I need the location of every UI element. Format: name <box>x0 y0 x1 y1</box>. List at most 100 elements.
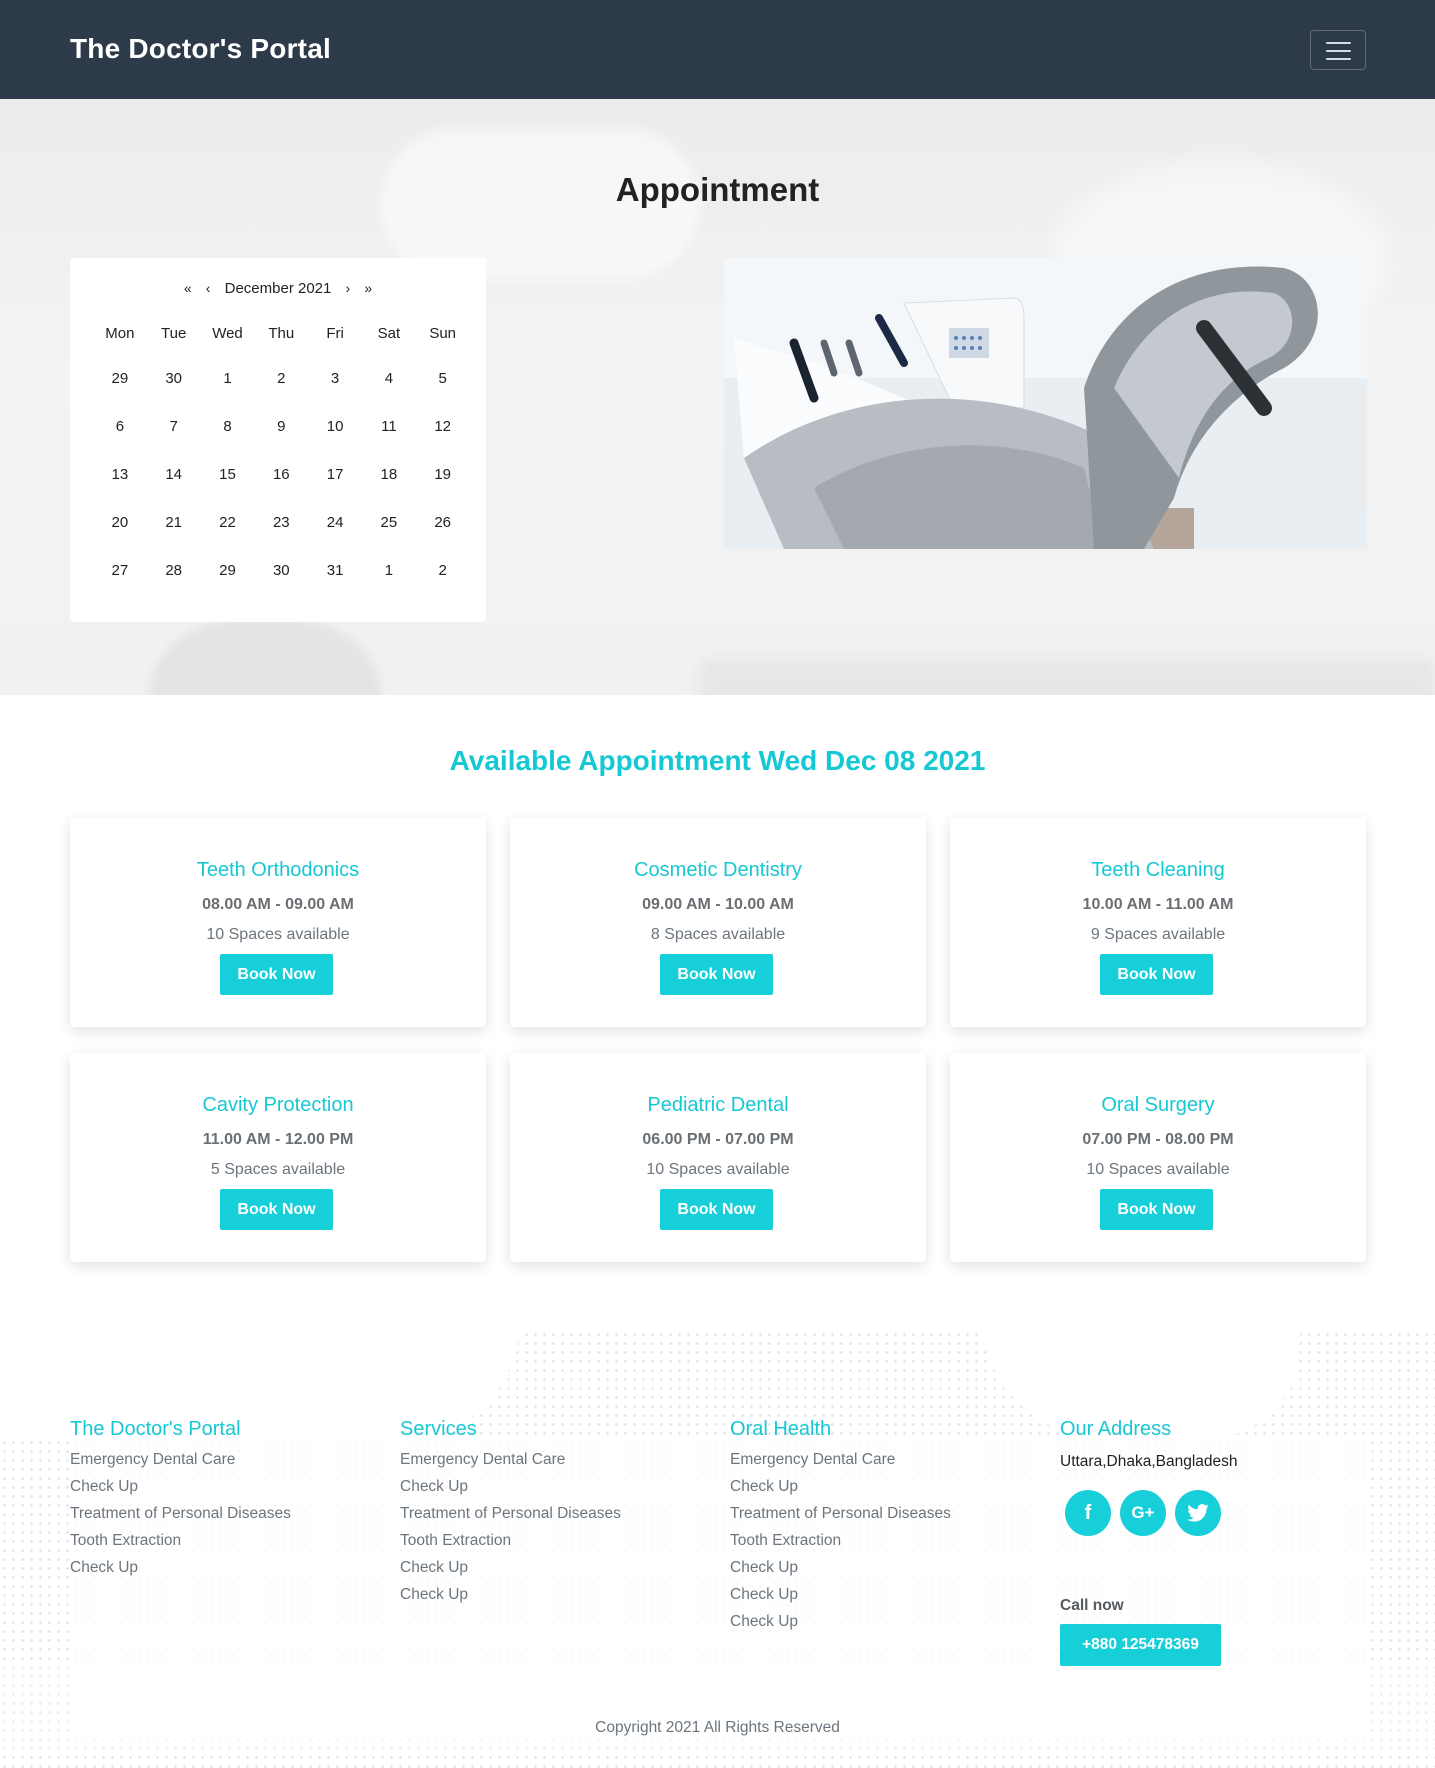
calendar-day[interactable]: 3 <box>308 367 362 415</box>
footer-link[interactable]: Emergency Dental Care <box>70 1451 291 1478</box>
footer-link[interactable]: Treatment of Personal Diseases <box>730 1505 951 1532</box>
footer-link[interactable]: Tooth Extraction <box>70 1532 291 1559</box>
calendar-day[interactable]: 18 <box>362 463 416 511</box>
prev-month-icon[interactable]: ‹ <box>206 280 211 296</box>
calendar-day[interactable]: 2 <box>416 559 470 607</box>
twitter-icon[interactable] <box>1175 1490 1221 1536</box>
calendar-day[interactable]: 10 <box>308 415 362 463</box>
dental-chair-illustration <box>724 258 1367 549</box>
book-now-button[interactable]: Book Now <box>220 1189 333 1230</box>
time-slot: 09.00 AM - 10.00 AM <box>642 896 794 913</box>
spaces-available: 9 Spaces available <box>1090 926 1226 943</box>
google-plus-icon[interactable]: G+ <box>1120 1490 1166 1536</box>
calendar-day[interactable]: 19 <box>416 463 470 511</box>
footer-link[interactable]: Check Up <box>400 1559 621 1586</box>
time-slot: 10.00 AM - 11.00 AM <box>1082 896 1234 913</box>
calendar-day[interactable]: 12 <box>416 415 470 463</box>
book-now-button[interactable]: Book Now <box>220 954 333 995</box>
calendar-day[interactable]: 2 <box>254 367 308 415</box>
book-now-button[interactable]: Book Now <box>1100 954 1213 995</box>
calendar-day[interactable]: 1 <box>362 559 416 607</box>
footer-link[interactable]: Emergency Dental Care <box>400 1451 621 1478</box>
spaces-available: 8 Spaces available <box>650 926 786 943</box>
footer-heading: Oral Health <box>730 1418 832 1440</box>
footer-link[interactable]: Tooth Extraction <box>730 1532 951 1559</box>
time-slot: 11.00 AM - 12.00 PM <box>202 1131 354 1148</box>
weekday-label: Fri <box>326 325 344 342</box>
social-links: f G+ <box>1065 1490 1230 1536</box>
service-title: Teeth Cleaning <box>1091 859 1225 881</box>
footer-link[interactable]: Check Up <box>730 1586 951 1613</box>
footer-link[interactable]: Check Up <box>730 1613 951 1640</box>
address-text: Uttara,Dhaka,Bangladesh <box>1060 1453 1238 1470</box>
calendar-day[interactable]: 4 <box>362 367 416 415</box>
footer-link[interactable]: Check Up <box>70 1478 291 1505</box>
calendar-day[interactable]: 23 <box>254 511 308 559</box>
weekday-label: Wed <box>212 325 243 342</box>
footer-link[interactable]: Tooth Extraction <box>400 1532 621 1559</box>
spaces-available: 10 Spaces available <box>206 926 350 943</box>
appointment-card: Teeth Orthodonics 08.00 AM - 09.00 AM 10… <box>70 818 486 1027</box>
calendar-day[interactable]: 7 <box>147 415 201 463</box>
calendar-day[interactable]: 1 <box>201 367 255 415</box>
menu-toggle-button[interactable] <box>1310 30 1366 70</box>
footer-link[interactable]: Treatment of Personal Diseases <box>400 1505 621 1532</box>
weekday-label: Mon <box>105 325 135 342</box>
calendar-month-label[interactable]: December 2021 <box>225 280 332 297</box>
calendar-navigation: « ‹ December 2021 › » <box>70 280 486 300</box>
calendar-day[interactable]: 11 <box>362 415 416 463</box>
calendar-week: 29 30 1 2 3 4 5 <box>93 367 470 415</box>
facebook-icon[interactable]: f <box>1065 1490 1111 1536</box>
calendar-day[interactable]: 27 <box>93 559 147 607</box>
book-now-button[interactable]: Book Now <box>660 1189 773 1230</box>
calendar-day[interactable]: 9 <box>254 415 308 463</box>
calendar-day[interactable]: 21 <box>147 511 201 559</box>
calendar-day[interactable]: 16 <box>254 463 308 511</box>
calendar-day[interactable]: 5 <box>416 367 470 415</box>
calendar-day[interactable]: 8 <box>201 415 255 463</box>
calendar-day[interactable]: 30 <box>147 367 201 415</box>
calendar-week: 20 21 22 23 24 25 26 <box>93 511 470 559</box>
phone-call-button[interactable]: +880 125478369 <box>1060 1624 1221 1666</box>
footer-link[interactable]: Emergency Dental Care <box>730 1451 951 1478</box>
calendar-day[interactable]: 6 <box>93 415 147 463</box>
footer-link[interactable]: Treatment of Personal Diseases <box>70 1505 291 1532</box>
dental-chair-image <box>724 258 1367 549</box>
service-title: Teeth Orthodonics <box>196 859 360 881</box>
book-now-button[interactable]: Book Now <box>1100 1189 1213 1230</box>
footer-link[interactable]: Check Up <box>400 1586 621 1613</box>
weekday-label: Sat <box>377 325 401 342</box>
calendar-day[interactable]: 17 <box>308 463 362 511</box>
footer-link[interactable]: Check Up <box>730 1559 951 1586</box>
footer-link[interactable]: Check Up <box>730 1478 951 1505</box>
time-slot: 08.00 AM - 09.00 AM <box>202 896 354 913</box>
appointment-hero: Appointment « ‹ December 2021 › » Mon Tu… <box>0 99 1435 695</box>
footer-link[interactable]: Check Up <box>400 1478 621 1505</box>
calendar-day[interactable]: 29 <box>201 559 255 607</box>
calendar-day[interactable]: 24 <box>308 511 362 559</box>
footer-heading: The Doctor's Portal <box>70 1418 241 1440</box>
time-slot: 07.00 PM - 08.00 PM <box>1082 1131 1234 1148</box>
next-month-icon[interactable]: › <box>346 280 351 296</box>
weekday-header: Mon Tue Wed Thu Fri Sat Sun <box>93 322 470 367</box>
calendar-day[interactable]: 26 <box>416 511 470 559</box>
calendar-day[interactable]: 30 <box>254 559 308 607</box>
calendar-day[interactable]: 13 <box>93 463 147 511</box>
calendar-day[interactable]: 31 <box>308 559 362 607</box>
calendar-day[interactable]: 29 <box>93 367 147 415</box>
appointment-card: Oral Surgery 07.00 PM - 08.00 PM 10 Spac… <box>950 1053 1366 1262</box>
book-now-button[interactable]: Book Now <box>660 954 773 995</box>
calendar-day[interactable]: 25 <box>362 511 416 559</box>
first-page-icon[interactable]: « <box>184 280 192 296</box>
calendar-day[interactable]: 15 <box>201 463 255 511</box>
twitter-bird-glyph <box>1187 1504 1209 1522</box>
calendar-day[interactable]: 20 <box>93 511 147 559</box>
brand-logo[interactable]: The Doctor's Portal <box>70 33 331 65</box>
calendar-day[interactable]: 28 <box>147 559 201 607</box>
last-page-icon[interactable]: » <box>364 280 372 296</box>
calendar-day[interactable]: 14 <box>147 463 201 511</box>
call-now-label: Call now <box>1060 1597 1124 1614</box>
calendar-day[interactable]: 22 <box>201 511 255 559</box>
spaces-available: 10 Spaces available <box>646 1161 790 1178</box>
footer-link[interactable]: Check Up <box>70 1559 291 1586</box>
